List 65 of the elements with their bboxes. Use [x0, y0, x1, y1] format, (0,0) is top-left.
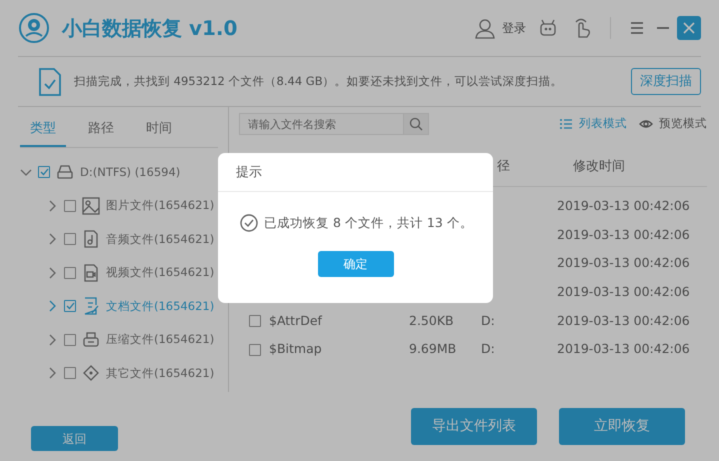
search-icon [409, 117, 423, 131]
tree-item[interactable]: 音频文件(1654621) [106, 230, 214, 248]
logo-icon [18, 12, 50, 44]
dialog-title: 提示 [218, 153, 493, 192]
column-header: 径 [497, 158, 511, 176]
video-file-icon [82, 264, 100, 282]
file-size: 9.69MB [409, 341, 456, 356]
tree-item[interactable]: 视频文件(1654621) [106, 264, 214, 282]
drive-icon [56, 164, 74, 180]
file-name: $Bitmap [269, 340, 322, 358]
close-icon [683, 22, 695, 34]
list-icon [559, 118, 573, 130]
ok-button[interactable]: 确定 [318, 250, 394, 277]
modified-time: 2019-03-13 00:42:06 [557, 340, 690, 358]
column-header: 修改时间 [573, 158, 625, 176]
check-circle-icon [240, 214, 258, 232]
drive-label[interactable]: D:(NTFS) (16594) [80, 164, 180, 181]
eye-icon [639, 118, 653, 130]
tree-item[interactable]: 文档文件(1654621) [106, 298, 214, 315]
view-mode-link[interactable]: 预览模式 [639, 115, 707, 133]
view-mode-link[interactable]: 列表模式 [559, 115, 627, 133]
checkbox[interactable] [249, 344, 261, 356]
search-field[interactable]: 请输入文件名搜索 [239, 113, 403, 135]
document-check-icon [38, 66, 62, 96]
checkbox[interactable] [249, 315, 261, 328]
tree-item[interactable]: 其它文件(1654621) [106, 364, 214, 382]
tree-item[interactable]: 图片文件(1654621) [106, 197, 214, 214]
document-file-icon [82, 297, 100, 316]
tab[interactable]: 路径 [78, 113, 124, 146]
user-icon[interactable] [474, 17, 496, 39]
scan-result-text: 扫描完成，共找到 4953212 个文件（8.44 GB）。如要还未找到文件，可以尝试深度扫描。 [74, 72, 564, 90]
dialog-message: 已成功恢复 8 个文件，共计 13 个。 [264, 214, 473, 232]
image-file-icon [82, 196, 100, 215]
tree-item[interactable]: 压缩文件(1654621) [106, 331, 214, 348]
app-title: 小白数据恢复 v1.0 [62, 15, 238, 42]
checkbox[interactable] [38, 166, 50, 178]
modified-time: 2019-03-13 00:42:06 [557, 196, 690, 215]
robot-icon[interactable] [538, 18, 558, 38]
tab[interactable]: 类型 [20, 113, 66, 146]
checkbox[interactable] [64, 300, 76, 312]
deep-scan-button[interactable]: 深度扫描 [631, 68, 701, 96]
back-button[interactable]: 返回 [31, 426, 118, 451]
modified-time: 2019-03-13 00:42:06 [557, 226, 690, 244]
tab[interactable]: 时间 [136, 113, 182, 146]
close-button[interactable] [677, 16, 701, 40]
archive-icon [82, 330, 100, 349]
file-name: $AttrDef [269, 312, 322, 330]
checkbox[interactable] [64, 367, 76, 380]
diamond-icon [82, 364, 100, 382]
modified-time: 2019-03-13 00:42:06 [557, 312, 690, 330]
search-button[interactable] [403, 113, 429, 135]
audio-file-icon [82, 230, 100, 248]
checkbox[interactable] [64, 334, 76, 346]
file-size: 2.50KB [409, 312, 454, 328]
checkbox[interactable] [64, 233, 76, 246]
login-link[interactable]: 登录 [502, 19, 526, 37]
menu-icon[interactable] [629, 21, 645, 35]
recover-button[interactable]: 立即恢复 [559, 408, 685, 445]
modified-time: 2019-03-13 00:42:06 [557, 254, 690, 272]
checkbox[interactable] [64, 266, 76, 279]
file-path: D: [481, 341, 495, 356]
export-list-button[interactable]: 导出文件列表 [411, 408, 537, 445]
file-path: D: [481, 312, 495, 328]
checkbox[interactable] [64, 200, 76, 212]
modified-time: 2019-03-13 00:42:06 [557, 283, 690, 302]
